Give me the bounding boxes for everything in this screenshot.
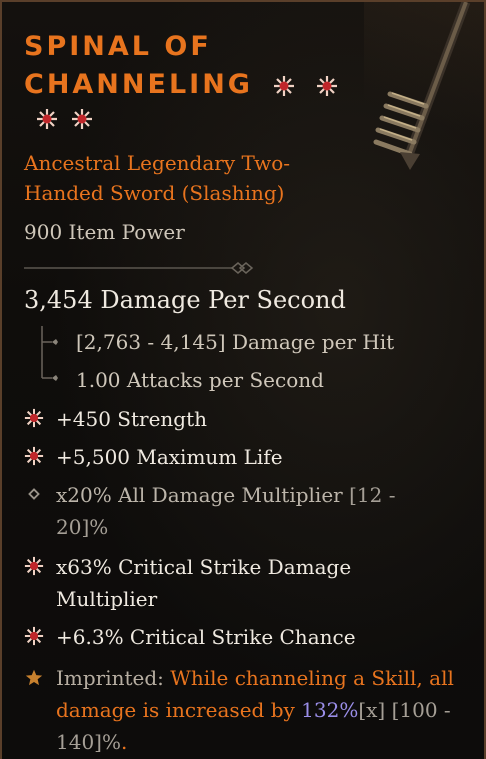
imprint-value: 132% (301, 698, 359, 722)
stat-tree-lines (41, 326, 58, 381)
damage-per-hit: [2,763 - 4,145] Damage per Hit (76, 330, 395, 354)
sun-gem-icon (24, 408, 44, 428)
imprint-text: Imprinted: While channeling a Skill, all… (56, 662, 466, 758)
affix-text: +6.3% Critical Strike Chance (56, 625, 356, 649)
imprint-row: Imprinted: While channeling a Skill, all… (24, 662, 466, 758)
affix-text: +5,500 Maximum Life (56, 445, 283, 469)
sun-gem-icon (24, 446, 44, 466)
affix-text-main: x20% All Damage Multiplier (56, 483, 343, 507)
sun-gem-icon (37, 109, 57, 129)
divider (24, 262, 254, 274)
sun-gem-icon (72, 109, 93, 129)
sun-gem-icon (274, 76, 295, 96)
item-name-line1: SPINAL OF (24, 31, 212, 62)
imprint-end: . (120, 730, 128, 754)
affix-text: x20% All Damage Multiplier [12 - 20]% (56, 479, 446, 543)
sun-gem-icon (24, 626, 44, 646)
affix-row: x20% All Damage Multiplier [12 - 20]% (24, 479, 446, 543)
affix-text: x63% Critical Strike Damage Multiplier (56, 555, 352, 611)
star-icon (25, 669, 43, 686)
item-name: SPINAL OF CHANNELING (24, 28, 344, 105)
item-tooltip: SPINAL OF CHANNELING Ancestral Legendary… (0, 0, 486, 759)
affix-row: +6.3% Critical Strike Chance (24, 621, 446, 653)
gem-row (36, 108, 101, 130)
item-name-line2: CHANNELING (24, 69, 253, 100)
diamond-bullet-icon (28, 488, 40, 500)
affix-row: +450 Strength (24, 403, 446, 435)
affix-row: +5,500 Maximum Life (24, 441, 446, 473)
imprint-mult: [x] (358, 698, 386, 722)
item-type: Ancestral Legendary Two-Handed Sword (Sl… (24, 151, 291, 205)
sun-gem-icon (316, 76, 337, 96)
damage-per-second: 3,454 Damage Per Second (24, 286, 346, 314)
sword-image (373, 2, 471, 170)
affix-row: x63% Critical Strike Damage Multiplier (24, 551, 396, 615)
attacks-per-second: 1.00 Attacks per Second (76, 368, 324, 392)
imprint-label: Imprinted: (56, 666, 171, 690)
affix-text: +450 Strength (56, 407, 208, 431)
sun-gem-icon (24, 556, 44, 576)
item-power: 900 Item Power (24, 220, 185, 244)
